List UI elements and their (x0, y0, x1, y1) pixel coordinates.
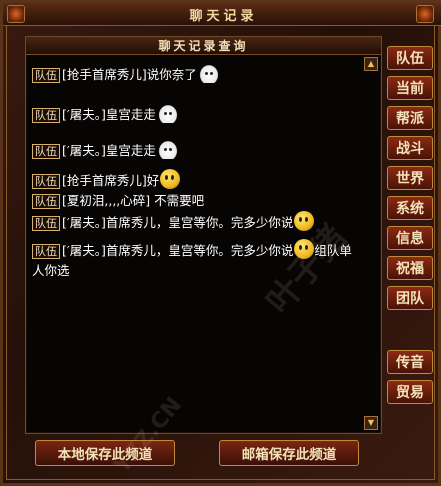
tab-world[interactable]: 世界 (387, 166, 433, 190)
tab-whisper[interactable]: 传音 (387, 350, 433, 374)
corner-ornament-icon (416, 5, 434, 23)
cloud-face-icon (197, 63, 220, 83)
message-text: [′屠夫。]皇宫走走 (62, 143, 156, 158)
channel-tag[interactable]: 队伍 (32, 216, 60, 231)
smiley-icon (160, 169, 181, 189)
panel-header: 聊天记录查询 (26, 37, 381, 55)
chat-message: 队伍 [′屠夫。]皇宫走走 (32, 103, 352, 125)
chat-message: 队伍 [抢手首席秀儿]好 (32, 169, 352, 191)
panel-title: 聊天记录查询 (158, 39, 249, 53)
save-local-button[interactable]: 本地保存此频道 (35, 440, 175, 466)
chat-message: 队伍 [夏初泪,,,,心碎] 不需要吧 (32, 191, 352, 211)
tab-team[interactable]: 队伍 (387, 46, 433, 70)
tab-current[interactable]: 当前 (387, 76, 433, 100)
scroll-up-arrow-icon[interactable]: ▲ (364, 57, 378, 71)
window-titlebar[interactable]: 聊天记录 (3, 3, 441, 26)
message-text: [夏初泪,,,,心碎] 不需要吧 (62, 193, 205, 208)
message-text: [′屠夫。]皇宫走走 (62, 107, 156, 122)
channel-tag[interactable]: 队伍 (32, 68, 60, 83)
message-text: [′屠夫。]首席秀儿，皇宫等你。完多少你说 (62, 215, 294, 230)
chat-message: 队伍 [抢手首席秀儿]说你奈了 (32, 63, 352, 85)
channel-tag[interactable]: 队伍 (32, 194, 60, 209)
channel-tag[interactable]: 队伍 (32, 244, 60, 259)
smiley-icon (294, 211, 315, 231)
window-title: 聊天记录 (189, 8, 258, 24)
tab-guild[interactable]: 帮派 (387, 106, 433, 130)
chat-history-window: 聊天记录 聊天记录查询 队伍 [抢手首席秀儿]说你奈了 队伍 [′屠夫。]皇宫走走 … (0, 0, 441, 486)
channel-tag[interactable]: 队伍 (32, 174, 60, 189)
chat-message: 队伍 [′屠夫。]皇宫走走 (32, 139, 352, 161)
message-text: [抢手首席秀儿]说你奈了 (62, 67, 197, 82)
corner-ornament-icon (7, 5, 25, 23)
tab-battle[interactable]: 战斗 (387, 136, 433, 160)
chat-message: 队伍 [′屠夫。]首席秀儿，皇宫等你。完多少你说 (32, 211, 352, 233)
channel-tabs-lower: 传音 贸易 (387, 350, 435, 410)
message-text: [抢手首席秀儿]好 (62, 173, 160, 188)
channel-tag[interactable]: 队伍 (32, 108, 60, 123)
message-list: 队伍 [抢手首席秀儿]说你奈了 队伍 [′屠夫。]皇宫走走 队伍 [′屠夫。]皇宫走走… (32, 63, 352, 423)
tab-group[interactable]: 团队 (387, 286, 433, 310)
cloud-face-icon (156, 139, 179, 159)
tab-blessing[interactable]: 祝福 (387, 256, 433, 280)
channel-tag[interactable]: 队伍 (32, 144, 60, 159)
message-text: [′屠夫。]首席秀儿，皇宫等你。完多少你说 (62, 243, 294, 258)
scroll-down-arrow-icon[interactable]: ▼ (364, 416, 378, 430)
chat-log-panel: 聊天记录查询 队伍 [抢手首席秀儿]说你奈了 队伍 [′屠夫。]皇宫走走 队伍 [′屠… (25, 36, 382, 434)
tab-system[interactable]: 系统 (387, 196, 433, 220)
smiley-icon (294, 239, 315, 259)
chat-message: 队伍 [′屠夫。]首席秀儿，皇宫等你。完多少你说 组队单人你选 (32, 239, 352, 281)
tab-trade[interactable]: 贸易 (387, 380, 433, 404)
cloud-face-icon (156, 103, 179, 123)
channel-tabs: 队伍 当前 帮派 战斗 世界 系统 信息 祝福 团队 (387, 46, 435, 316)
tab-info[interactable]: 信息 (387, 226, 433, 250)
save-mail-button[interactable]: 邮箱保存此频道 (219, 440, 359, 466)
